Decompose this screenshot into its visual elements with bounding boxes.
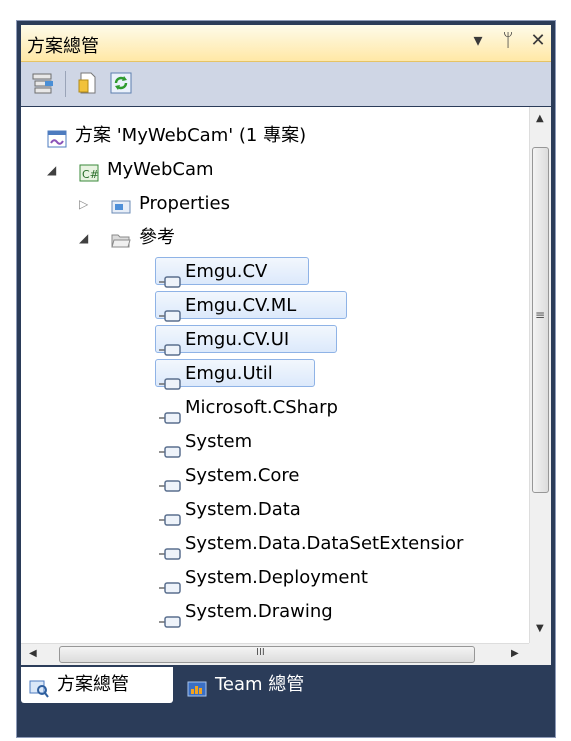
reference-item[interactable]: System.Data [21, 493, 529, 527]
tab-solution-explorer[interactable]: 方案總管 [21, 667, 173, 703]
reference-item[interactable]: Emgu.Util [21, 357, 529, 391]
collapsed-arrow-icon[interactable]: ▷ [79, 187, 88, 221]
properties-label: Properties [139, 193, 230, 214]
csharp-project-icon: C# [79, 160, 99, 182]
svg-text:C#: C# [82, 168, 99, 181]
vertical-scrollbar[interactable]: ▲ ≡ ▼ [529, 107, 551, 643]
reference-label: Emgu.CV [185, 261, 268, 282]
reference-label: System.Data.DataSetExtensior [185, 533, 464, 554]
references-label: 參考 [139, 227, 175, 248]
assembly-reference-icon [159, 606, 181, 628]
refresh-icon[interactable] [109, 71, 133, 95]
tab-label: 方案總管 [57, 674, 129, 695]
vertical-scroll-thumb[interactable]: ≡ [532, 147, 549, 493]
solution-tree: 方案 'MyWebCam' (1 專案) ◢ C# MyWebCam ▷ Pro… [21, 107, 529, 643]
scroll-grip-icon: ≡ [535, 308, 546, 322]
panel-title: 方案總管 [27, 36, 99, 57]
reference-item[interactable]: System [21, 425, 529, 459]
solution-icon [47, 126, 67, 148]
reference-label: Emgu.CV.UI [185, 329, 290, 350]
assembly-reference-icon [159, 572, 181, 594]
toolbar [21, 62, 551, 106]
expanded-arrow-icon[interactable]: ◢ [47, 153, 56, 187]
assembly-reference-icon [159, 300, 181, 322]
reference-label: System.Core [185, 465, 300, 486]
solution-explorer-panel: 方案總管 ▾ ᛘ ✕ 方案 'MyWebCam' (1 專案) ◢ C# MyW… [16, 20, 556, 738]
toolbar-separator [65, 71, 66, 97]
reference-label: Emgu.CV.ML [185, 295, 297, 316]
reference-item[interactable]: Emgu.CV.ML [21, 289, 529, 323]
reference-item[interactable]: System.Core [21, 459, 529, 493]
solution-label: 方案 'MyWebCam' (1 專案) [75, 125, 307, 146]
scroll-right-icon[interactable]: ▶ [511, 648, 519, 659]
close-icon[interactable]: ✕ [529, 30, 547, 51]
assembly-reference-icon [159, 402, 181, 424]
open-folder-icon [111, 228, 131, 248]
assembly-reference-icon [159, 538, 181, 560]
assembly-reference-icon [159, 266, 181, 288]
show-all-files-icon[interactable] [31, 71, 55, 95]
reference-item[interactable]: System.Deployment [21, 561, 529, 595]
reference-label: System.Deployment [185, 567, 368, 588]
horizontal-scroll-thumb[interactable]: III [59, 646, 475, 663]
horizontal-scrollbar[interactable]: ◀ III ▶ [21, 643, 529, 665]
scroll-down-icon[interactable]: ▼ [536, 623, 544, 634]
reference-label: System [185, 431, 253, 452]
reference-label: Emgu.Util [185, 363, 273, 384]
assembly-reference-icon [159, 504, 181, 526]
tree-item-properties[interactable]: ▷ Properties [21, 187, 521, 221]
assembly-reference-icon [159, 334, 181, 356]
expanded-arrow-icon[interactable]: ◢ [79, 221, 88, 255]
team-explorer-icon [187, 675, 207, 697]
properties-folder-icon [111, 194, 131, 214]
panel-title-bar[interactable]: 方案總管 ▾ ᛘ ✕ [21, 25, 551, 62]
reference-item[interactable]: System.Drawing [21, 595, 529, 629]
project-label: MyWebCam [107, 159, 214, 180]
pin-icon[interactable]: ᛘ [499, 30, 517, 51]
assembly-reference-icon [159, 436, 181, 458]
dropdown-icon[interactable]: ▾ [469, 30, 487, 51]
assembly-reference-icon [159, 368, 181, 390]
scroll-up-icon[interactable]: ▲ [536, 113, 544, 124]
scroll-left-icon[interactable]: ◀ [29, 648, 37, 659]
tree-item-references[interactable]: ◢ 參考 [21, 221, 521, 255]
tree-item-solution[interactable]: 方案 'MyWebCam' (1 專案) [21, 119, 521, 153]
reference-label: System.Data [185, 499, 301, 520]
reference-item[interactable]: Emgu.CV [21, 255, 529, 289]
bottom-tab-strip: 方案總管 Team 總管 [21, 667, 551, 707]
reference-item[interactable]: Microsoft.CSharp [21, 391, 529, 425]
reference-label: System.Drawing [185, 601, 333, 622]
properties-icon[interactable] [77, 71, 101, 95]
scroll-grip-icon: III [256, 647, 265, 658]
reference-label: Microsoft.CSharp [185, 397, 338, 418]
reference-item[interactable]: System.Data.DataSetExtensior [21, 527, 529, 561]
title-buttons: ▾ ᛘ ✕ [469, 30, 547, 51]
assembly-reference-icon [159, 470, 181, 492]
reference-item[interactable]: Emgu.CV.UI [21, 323, 529, 357]
tab-label: Team 總管 [215, 674, 305, 695]
tree-item-project[interactable]: ◢ C# MyWebCam [21, 153, 521, 187]
scrollbar-corner [529, 643, 551, 665]
solution-explorer-icon [29, 675, 49, 698]
